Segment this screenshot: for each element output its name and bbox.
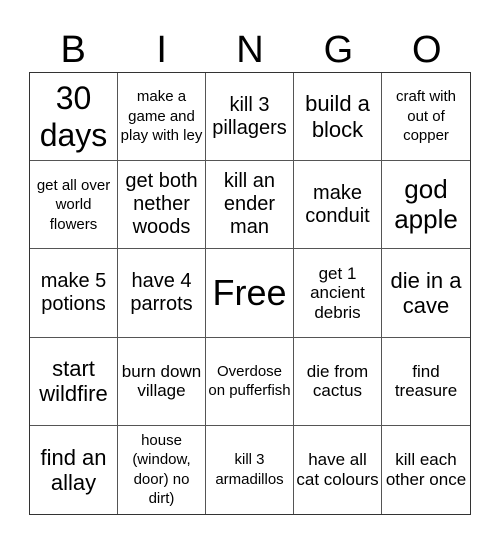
header-letter-g: G xyxy=(323,29,354,71)
bingo-cell[interactable]: die in a cave xyxy=(382,249,470,338)
bingo-cell[interactable]: burn down village xyxy=(118,337,206,426)
bingo-cell[interactable]: make conduit xyxy=(294,161,382,250)
bingo-cell[interactable]: get both nether woods xyxy=(118,161,206,250)
bingo-cell[interactable]: kill an ender man xyxy=(206,161,294,250)
bingo-cell[interactable]: get 1 ancient debris xyxy=(294,249,382,338)
bingo-cell[interactable]: make 5 potions xyxy=(30,249,118,338)
bingo-cell[interactable]: kill each other once xyxy=(382,426,470,514)
header-letter-i: I xyxy=(156,29,167,71)
header-letter-b: B xyxy=(60,29,86,71)
header-letter-n: N xyxy=(236,29,264,71)
bingo-cell[interactable]: Overdose on pufferfish xyxy=(206,337,294,426)
bingo-cell[interactable]: kill 3 armadillos xyxy=(206,425,294,514)
bingo-cell[interactable]: build a block xyxy=(294,73,382,162)
free-space-cell[interactable]: Free xyxy=(206,249,294,338)
bingo-cell[interactable]: start wildfire xyxy=(30,337,118,426)
bingo-header: B I N G O xyxy=(29,28,471,72)
bingo-cell[interactable]: have all cat colours xyxy=(294,425,382,514)
bingo-cell[interactable]: craft with out of copper xyxy=(382,73,470,162)
bingo-cell[interactable]: kill 3 pillagers xyxy=(206,73,294,162)
bingo-cell[interactable]: 30 days xyxy=(30,73,118,162)
bingo-grid: 30 days make a game and play with ley ki… xyxy=(29,72,471,515)
bingo-cell[interactable]: get all over world flowers xyxy=(30,161,118,250)
bingo-cell[interactable]: god apple xyxy=(382,161,470,250)
bingo-cell[interactable]: find treasure xyxy=(382,338,470,426)
bingo-cell[interactable]: make a game and play with ley xyxy=(118,73,206,162)
bingo-cell[interactable]: have 4 parrots xyxy=(118,249,206,338)
bingo-cell[interactable]: find an allay xyxy=(30,425,118,514)
header-letter-o: O xyxy=(412,29,442,71)
bingo-cell[interactable]: die from cactus xyxy=(294,337,382,426)
bingo-cell[interactable]: house (window, door) no dirt) xyxy=(118,425,206,514)
